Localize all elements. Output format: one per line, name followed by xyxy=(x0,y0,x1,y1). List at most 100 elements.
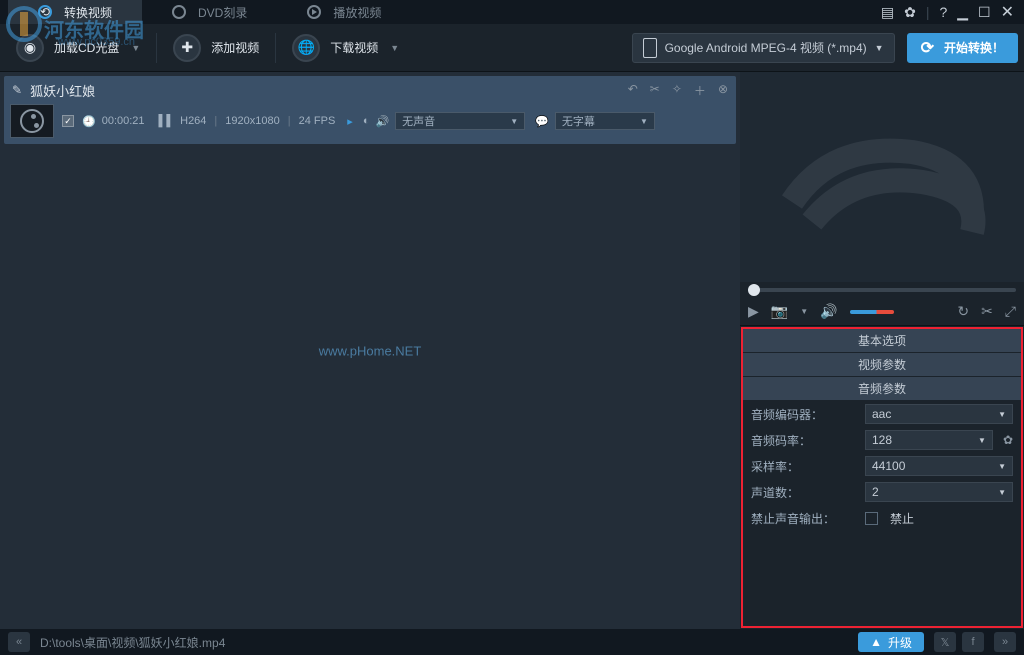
bitrate-label: 音频码率： xyxy=(751,432,861,449)
seek-thumb[interactable] xyxy=(748,284,760,296)
cd-icon: ◉ xyxy=(16,34,44,62)
undo-icon[interactable]: ↶ xyxy=(628,82,638,99)
audio-sel-label: 无声音 xyxy=(402,113,435,129)
clock-icon: 🕘 xyxy=(82,115,96,128)
file-item[interactable]: ✎ 狐妖小红娘 ↶ ✂ ✧ ＋ ⊗ ✓ 🕘 00:00:21 ▌▌ H264 xyxy=(4,76,736,144)
output-profile-select[interactable]: Google Android MPEG-4 视频 (*.mp4) ▼ xyxy=(632,33,895,63)
collapse-right-button[interactable]: » xyxy=(994,632,1016,652)
speaker-icon: 🔊 xyxy=(375,115,389,128)
load-cd-label: 加载CD光盘 xyxy=(54,39,119,56)
refresh-icon: ⟳ xyxy=(921,38,934,58)
loop-icon: ⟲ xyxy=(38,5,52,19)
encoder-select[interactable]: aac▼ xyxy=(865,404,1013,424)
bitrate-select[interactable]: 128▼ xyxy=(865,430,993,450)
volume-slider[interactable] xyxy=(850,310,894,314)
load-cd-button[interactable]: ◉ 加载CD光盘 ▼ xyxy=(6,29,150,67)
chevron-down-icon: ▼ xyxy=(131,43,140,53)
tab-convert-label: 转换视频 xyxy=(64,4,112,21)
toolbar: ◉ 加载CD光盘 ▼ ✚ 添加视频 🌐 下载视频 ▼ Google Androi… xyxy=(0,24,1024,72)
file-checkbox[interactable]: ✓ xyxy=(62,115,74,127)
filmstrip-graphic xyxy=(772,102,992,252)
tab-dvd-label: DVD刻录 xyxy=(198,4,247,21)
disable-audio-text: 禁止 xyxy=(890,510,914,527)
facebook-button[interactable]: f xyxy=(962,632,984,652)
globe-plus-icon: 🌐 xyxy=(292,34,320,62)
convert-label: 开始转换！ xyxy=(944,39,1004,56)
file-name: 狐妖小红娘 xyxy=(30,81,620,100)
channels-select[interactable]: 2▼ xyxy=(865,482,1013,502)
play-icon xyxy=(307,5,321,19)
info-icon[interactable]: ▸ xyxy=(347,115,353,128)
samplerate-label: 采样率： xyxy=(751,458,861,475)
basic-options-header[interactable]: 基本选项 xyxy=(743,329,1021,353)
channels-label: 声道数： xyxy=(751,484,861,501)
add-icon[interactable]: ＋ xyxy=(694,82,706,99)
collapse-left-button[interactable]: « xyxy=(8,632,30,652)
video-params-header[interactable]: 视频参数 xyxy=(743,353,1021,377)
upgrade-label: 升级 xyxy=(888,634,912,651)
seek-bar[interactable] xyxy=(740,282,1024,298)
disable-audio-checkbox[interactable] xyxy=(865,512,878,525)
disc-icon xyxy=(172,5,186,19)
globe-icon: ◐ xyxy=(363,115,370,127)
tab-play-label: 播放视频 xyxy=(333,4,381,21)
effects-icon[interactable]: ✧ xyxy=(672,82,682,99)
start-convert-button[interactable]: ⟳ 开始转换！ xyxy=(907,33,1018,63)
window-controls: ▤ ✿ | ? ▁ ☐ ✕ xyxy=(881,2,1024,22)
gear-icon[interactable]: ✿ xyxy=(1003,433,1013,447)
crop-button[interactable]: ✂ xyxy=(981,303,993,320)
minimize-icon[interactable]: ▁ xyxy=(957,4,968,21)
upgrade-button[interactable]: ▲ 升级 xyxy=(858,632,924,652)
tab-play[interactable]: 播放视频 xyxy=(277,0,411,24)
chevron-down-icon: ▼ xyxy=(390,43,399,53)
snapshot-button[interactable]: 📷 xyxy=(771,303,788,320)
film-plus-icon: ✚ xyxy=(173,34,201,62)
audio-track-select[interactable]: 无声音▼ xyxy=(395,112,525,130)
right-panel: ▶ 📷 ▼ 🔊 ↻ ✂ ⤢ 基本选项 视频参数 音频参数 音频编码器： aac▼… xyxy=(740,72,1024,629)
menu-icon[interactable]: ▤ xyxy=(881,4,894,21)
top-tabs: ⟲ 转换视频 DVD刻录 播放视频 ▤ ✿ | ? ▁ ☐ ✕ xyxy=(0,0,1024,24)
player-controls: ▶ 📷 ▼ 🔊 ↻ ✂ ⤢ xyxy=(740,298,1024,326)
output-path: D:\tools\桌面\视频\狐妖小红娘.mp4 xyxy=(40,634,848,651)
settings-icon[interactable]: ✿ xyxy=(904,4,916,21)
download-button[interactable]: 🌐 下载视频 ▼ xyxy=(282,29,409,67)
file-fps: 24 FPS xyxy=(299,115,336,127)
up-arrow-icon: ▲ xyxy=(870,635,882,649)
subtitle-sel-label: 无字幕 xyxy=(562,113,595,129)
file-duration: 00:00:21 xyxy=(102,115,145,127)
status-bar: « D:\tools\桌面\视频\狐妖小红娘.mp4 ▲ 升级 𝕏 f » xyxy=(0,629,1024,655)
maximize-icon[interactable]: ☐ xyxy=(978,4,991,21)
cut-icon[interactable]: ✂ xyxy=(650,82,660,99)
edit-icon[interactable]: ✎ xyxy=(12,83,22,97)
encoder-label: 音频编码器： xyxy=(751,406,861,423)
subtitle-icon: 💬 xyxy=(535,115,549,128)
samplerate-select[interactable]: 44100▼ xyxy=(865,456,1013,476)
play-button[interactable]: ▶ xyxy=(748,303,759,320)
center-watermark: www.pHome.NET xyxy=(319,343,422,358)
profile-label: Google Android MPEG-4 视频 (*.mp4) xyxy=(665,39,867,56)
tab-dvd[interactable]: DVD刻录 xyxy=(142,0,277,24)
file-list-pane: ✎ 狐妖小红娘 ↶ ✂ ✧ ＋ ⊗ ✓ 🕘 00:00:21 ▌▌ H264 xyxy=(0,72,740,629)
volume-icon[interactable]: 🔊 xyxy=(820,303,837,320)
add-video-button[interactable]: ✚ 添加视频 xyxy=(163,29,269,67)
close-icon[interactable]: ✕ xyxy=(1001,2,1014,22)
twitter-button[interactable]: 𝕏 xyxy=(934,632,956,652)
subtitle-select[interactable]: 无字幕▼ xyxy=(555,112,655,130)
add-video-label: 添加视频 xyxy=(211,39,259,56)
options-panel: 基本选项 视频参数 音频参数 音频编码器： aac▼ 音频码率： 128▼ ✿ … xyxy=(741,327,1023,628)
disable-audio-label: 禁止声音输出： xyxy=(751,510,861,527)
remove-icon[interactable]: ⊗ xyxy=(718,82,728,99)
tab-convert[interactable]: ⟲ 转换视频 xyxy=(8,0,142,24)
rotate-button[interactable]: ↻ xyxy=(957,303,969,320)
download-label: 下载视频 xyxy=(330,39,378,56)
help-icon[interactable]: ? xyxy=(939,4,947,20)
audio-params-header[interactable]: 音频参数 xyxy=(743,377,1021,401)
film-icon: ▌▌ xyxy=(159,115,175,127)
file-resolution: 1920x1080 xyxy=(225,115,279,127)
device-icon xyxy=(643,38,657,58)
file-codec: H264 xyxy=(180,115,206,127)
chevron-down-icon: ▼ xyxy=(875,43,884,53)
file-thumbnail xyxy=(10,104,54,138)
fullscreen-button[interactable]: ⤢ xyxy=(1005,303,1016,320)
preview-area xyxy=(740,72,1024,282)
